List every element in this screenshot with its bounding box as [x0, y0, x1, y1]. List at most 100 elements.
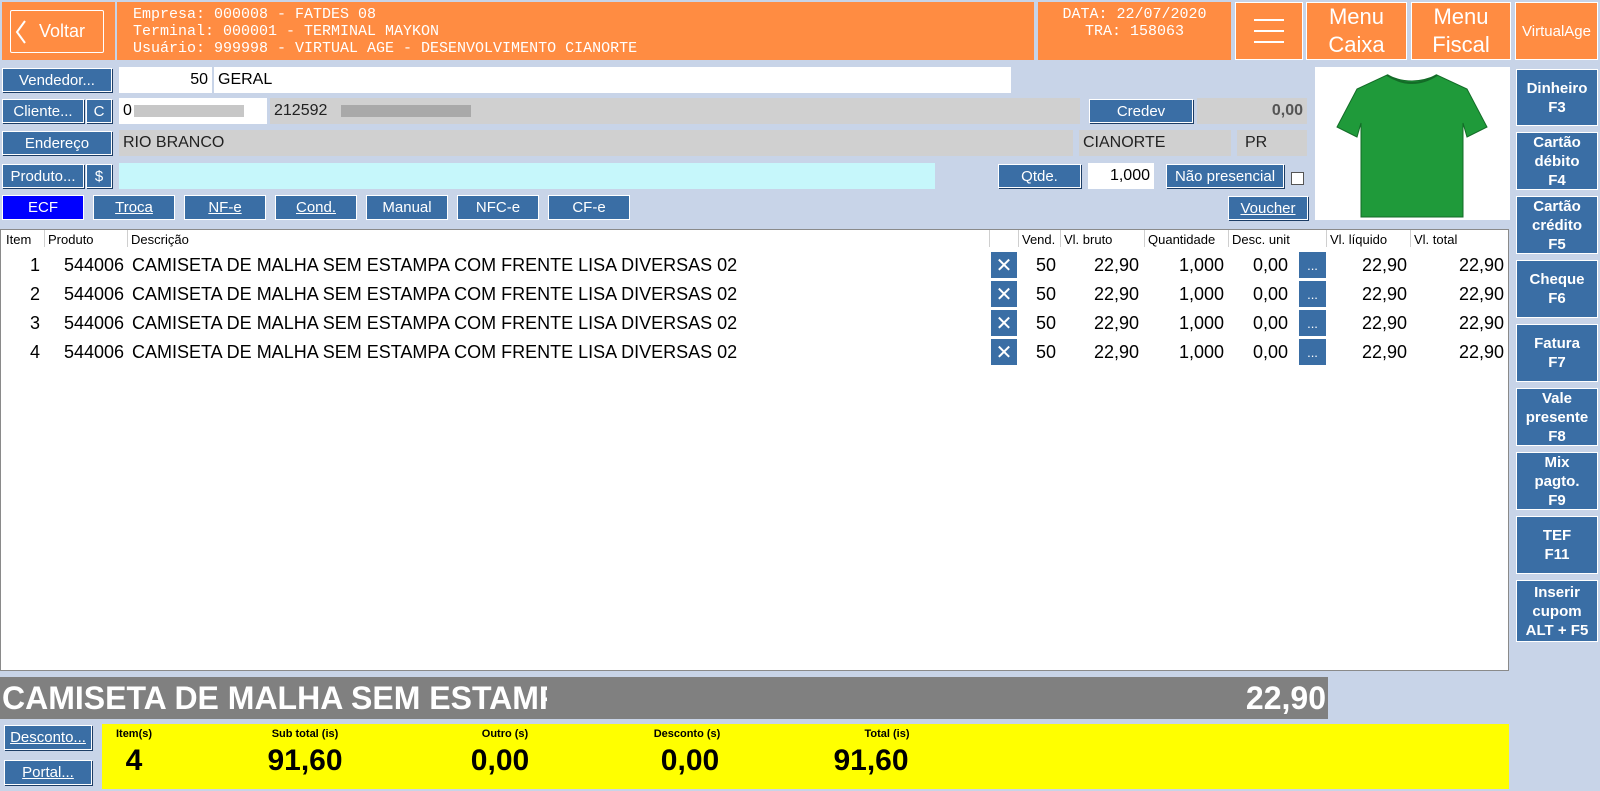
close-icon: ✕ — [995, 341, 1013, 364]
product-image — [1315, 67, 1510, 220]
col-divider — [1326, 230, 1327, 247]
produto-button[interactable]: Produto... — [2, 164, 84, 188]
fatura-button[interactable]: Fatura F7 — [1516, 324, 1598, 382]
items-count-label: Item(s) — [115, 728, 153, 740]
row4-remove-button[interactable]: ✕ — [991, 339, 1017, 365]
col-divider — [1060, 230, 1061, 247]
vendedor-code-field[interactable]: 50 — [119, 67, 212, 93]
endereco-label: Endereço — [24, 134, 90, 152]
row2-remove-button[interactable]: ✕ — [991, 281, 1017, 307]
row3-item: 3 — [30, 313, 41, 333]
menu-fiscal-button[interactable]: Menu Fiscal — [1411, 2, 1511, 60]
portal-label: Portal... — [22, 764, 74, 781]
cliente-button[interactable]: Cliente... — [2, 99, 84, 123]
qtde-button[interactable]: Qtde. — [998, 164, 1081, 188]
more-icon: ... — [1307, 315, 1318, 331]
menu-fiscal-line2: Fiscal — [1432, 32, 1490, 57]
row3-more-button[interactable]: ... — [1299, 310, 1326, 336]
row1-more-button[interactable]: ... — [1299, 252, 1326, 278]
nao-presencial-checkbox[interactable] — [1291, 172, 1304, 185]
row4-produto: 544006 — [64, 342, 125, 362]
voucher-button[interactable]: Voucher — [1228, 196, 1308, 220]
mix-pagto-button[interactable]: Mix pagto. F9 — [1516, 452, 1598, 510]
row3-remove-button[interactable]: ✕ — [991, 310, 1017, 336]
col-header-vl-bruto: Vl. bruto — [1064, 232, 1113, 247]
tef-button[interactable]: TEF F11 — [1516, 516, 1598, 574]
col-header-vend: Vend. — [1022, 232, 1056, 247]
current-item-description: CAMISETA DE MALHA SEM ESTAMP — [2, 680, 547, 716]
chevron-left-icon — [14, 19, 28, 45]
outro-value: 0,00 — [470, 744, 530, 777]
tab-ecf[interactable]: ECF — [2, 195, 84, 220]
row2-produto: 544006 — [64, 284, 125, 304]
tab-nfe-label: NF-e — [208, 199, 242, 216]
row3-qtd: 1,000 — [1179, 313, 1225, 333]
credev-button[interactable]: Credev — [1089, 99, 1193, 123]
menu-fiscal-line1: Menu — [1433, 4, 1489, 29]
cartao-debito-label: Cartão débito F4 — [1533, 133, 1581, 189]
virtualage-logo: VirtualAge — [1515, 2, 1598, 60]
back-button[interactable]: Voltar — [10, 10, 104, 53]
cliente-doc-field[interactable]: 0 — [119, 98, 267, 124]
uf-text: PR — [1245, 134, 1268, 151]
tab-cfe-label: CF-e — [572, 199, 606, 216]
produto-input[interactable] — [119, 163, 935, 189]
close-icon: ✕ — [995, 254, 1013, 277]
tab-nfe[interactable]: NF-e — [184, 195, 266, 220]
nao-presencial-label: Não presencial — [1174, 167, 1276, 185]
row2-descricao: CAMISETA DE MALHA SEM ESTAMPA COM FRENTE… — [132, 284, 738, 304]
tab-cond-label: Cond. — [295, 199, 337, 216]
col-header-vl-total: Vl. total — [1414, 232, 1458, 247]
row1-liquido: 22,90 — [1362, 255, 1408, 275]
brand-text: VirtualAge — [1522, 22, 1591, 40]
row4-desc: 0,00 — [1253, 342, 1289, 362]
more-icon: ... — [1307, 286, 1318, 302]
qtde-label: Qtde. — [1021, 167, 1058, 185]
tab-nfce[interactable]: NFC-e — [457, 195, 539, 220]
row3-produto: 544006 — [64, 313, 125, 333]
row3-bruto: 22,90 — [1094, 313, 1140, 333]
vendedor-button[interactable]: Vendedor... — [2, 68, 112, 92]
hamburger-menu-button[interactable] — [1235, 2, 1303, 60]
inserir-cupom-button[interactable]: Inserir cupom ALT + F5 — [1516, 580, 1598, 642]
row1-bruto: 22,90 — [1094, 255, 1140, 275]
col-header-descricao: Descrição — [131, 232, 189, 247]
row4-qtd: 1,000 — [1179, 342, 1225, 362]
credev-value-field: 0,00 — [1197, 98, 1307, 124]
row1-descricao: CAMISETA DE MALHA SEM ESTAMPA COM FRENTE… — [132, 255, 738, 275]
tab-manual-label: Manual — [382, 199, 432, 216]
cartao-debito-button[interactable]: Cartão débito F4 — [1516, 132, 1598, 190]
cartao-credito-button[interactable]: Cartão crédito F5 — [1516, 196, 1598, 254]
more-icon: ... — [1307, 344, 1318, 360]
tab-cond[interactable]: Cond. — [275, 195, 357, 220]
row1-remove-button[interactable]: ✕ — [991, 252, 1017, 278]
menu-caixa-line1: Menu — [1328, 4, 1385, 29]
credev-label: Credev — [1116, 102, 1166, 120]
endereco-button[interactable]: Endereço — [2, 131, 112, 155]
fatura-label: Fatura F7 — [1534, 335, 1580, 371]
portal-button[interactable]: Portal... — [4, 760, 92, 785]
cartao-credito-label: Cartão crédito F5 — [1531, 197, 1582, 253]
nao-presencial-button[interactable]: Não presencial — [1166, 164, 1284, 188]
dollar-icon: $ — [94, 167, 104, 185]
col-divider — [1018, 230, 1019, 247]
endereco-field: RIO BRANCO — [119, 130, 1073, 156]
close-icon: ✕ — [995, 312, 1013, 335]
row4-more-button[interactable]: ... — [1299, 339, 1326, 365]
cliente-c-button[interactable]: C — [86, 99, 112, 123]
cidade-field: CIANORTE — [1079, 130, 1231, 156]
tab-manual[interactable]: Manual — [366, 195, 448, 220]
tab-cfe[interactable]: CF-e — [548, 195, 630, 220]
menu-caixa-button[interactable]: Menu Caixa — [1306, 2, 1407, 60]
vale-presente-button[interactable]: Vale presente F8 — [1516, 388, 1598, 446]
desconto-button[interactable]: Desconto... — [4, 725, 92, 750]
produto-price-button[interactable]: $ — [86, 164, 112, 188]
tab-troca[interactable]: Troca — [93, 195, 175, 220]
qtde-input[interactable]: 1,000 — [1088, 163, 1154, 189]
current-item-value: 22,90 — [1245, 680, 1326, 716]
dinheiro-button[interactable]: Dinheiro F3 — [1516, 69, 1598, 126]
col-divider — [1410, 230, 1411, 247]
date-text: DATA: 22/07/2020 — [1062, 6, 1207, 23]
cheque-button[interactable]: Cheque F6 — [1516, 260, 1598, 318]
row2-more-button[interactable]: ... — [1299, 281, 1326, 307]
